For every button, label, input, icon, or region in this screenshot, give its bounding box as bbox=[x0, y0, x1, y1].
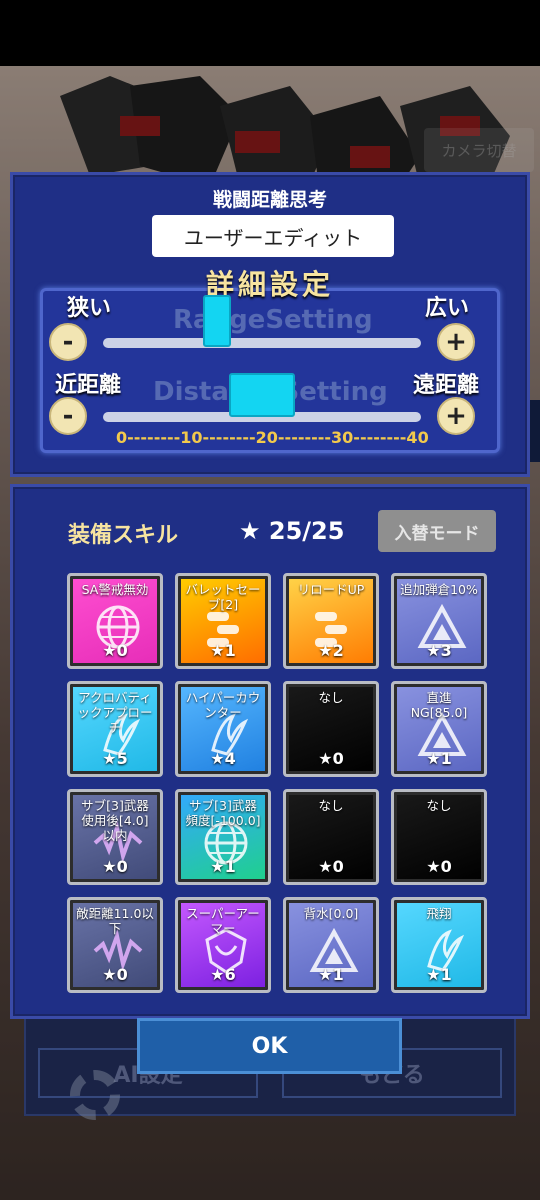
skill-name: SA警戒無効 bbox=[81, 582, 149, 597]
skill-name: 追加弾倉10% bbox=[400, 582, 478, 597]
skill-name: 敵距離11.0以下 bbox=[76, 906, 154, 936]
skill-cost: ★0 bbox=[102, 965, 128, 984]
range-narrow-label: 狭い bbox=[67, 296, 112, 321]
status-bar bbox=[0, 0, 540, 66]
skill-slot[interactable]: サブ[3]武器使用後[4.0]以内 ★0 bbox=[67, 789, 163, 885]
skill-name: アクロバティックアプローチ bbox=[77, 690, 153, 735]
skill-name: リロードUP bbox=[297, 582, 365, 597]
skill-name: サブ[3]武器頻度[-100.0] bbox=[185, 798, 261, 828]
skill-name: なし bbox=[318, 690, 344, 705]
far-distance-label: 遠距離 bbox=[413, 373, 480, 398]
skill-slot[interactable]: バレットセーブ[2] ★1 bbox=[175, 573, 271, 669]
skill-slot[interactable]: SA警戒無効 ★0 bbox=[67, 573, 163, 669]
skill-cost: ★1 bbox=[318, 965, 344, 984]
skill-slot[interactable]: なし ★0 bbox=[391, 789, 487, 885]
skill-name: 飛翔 bbox=[426, 906, 452, 921]
range-minus-button[interactable]: - bbox=[49, 323, 87, 361]
skill-cost: ★0 bbox=[426, 857, 452, 876]
skill-cost: ★5 bbox=[102, 749, 128, 768]
gear-icon bbox=[70, 1070, 120, 1120]
distance-scale: 0--------10--------20--------30--------4… bbox=[116, 428, 429, 447]
skill-slot[interactable]: リロードUP ★2 bbox=[283, 573, 379, 669]
skill-name: ハイパーカウンター bbox=[185, 690, 261, 720]
skill-slot[interactable]: 追加弾倉10% ★3 bbox=[391, 573, 487, 669]
skill-slot[interactable]: サブ[3]武器頻度[-100.0] ★1 bbox=[175, 789, 271, 885]
skill-name: サブ[3]武器使用後[4.0]以内 bbox=[81, 798, 149, 843]
ok-button[interactable]: OK bbox=[137, 1018, 402, 1074]
star-total: ★ 25/25 bbox=[239, 517, 345, 545]
skill-slot[interactable]: 直進NG[85.0] ★1 bbox=[391, 681, 487, 777]
skill-name: 直進NG[85.0] bbox=[410, 690, 468, 720]
equipped-skills-title: 装備スキル bbox=[68, 523, 179, 548]
skill-cost: ★0 bbox=[318, 857, 344, 876]
skill-name: なし bbox=[426, 798, 452, 813]
skill-cost: ★4 bbox=[210, 749, 236, 768]
distance-panel-title: 戦闘距離思考 bbox=[212, 189, 327, 211]
skill-slot[interactable]: 敵距離11.0以下 ★0 bbox=[67, 897, 163, 993]
skill-cost: ★2 bbox=[318, 641, 344, 660]
skill-slot[interactable]: なし ★0 bbox=[283, 789, 379, 885]
distance-slider-knob[interactable] bbox=[229, 373, 295, 417]
skill-name: 背水[0.0] bbox=[303, 906, 359, 921]
skill-cost: ★0 bbox=[102, 641, 128, 660]
skill-slot[interactable]: なし ★0 bbox=[283, 681, 379, 777]
range-slider-knob[interactable] bbox=[203, 295, 232, 347]
swap-mode-button[interactable]: 入替モード bbox=[378, 510, 496, 552]
skill-cost: ★0 bbox=[102, 857, 128, 876]
skill-slot[interactable]: 背水[0.0] ★1 bbox=[283, 897, 379, 993]
skill-cost: ★1 bbox=[426, 965, 452, 984]
near-distance-label: 近距離 bbox=[55, 373, 122, 398]
range-plus-button[interactable]: + bbox=[437, 323, 475, 361]
distance-minus-button[interactable]: - bbox=[49, 397, 87, 435]
skill-slot[interactable]: スーパーアーマー ★6 bbox=[175, 897, 271, 993]
skill-name: スーパーアーマー bbox=[186, 906, 260, 936]
skill-cost: ★0 bbox=[318, 749, 344, 768]
preset-dropdown[interactable]: ユーザーエディット bbox=[152, 215, 394, 257]
skill-name: バレットセーブ[2] bbox=[185, 582, 261, 612]
skill-cost: ★1 bbox=[210, 857, 236, 876]
distance-panel: 戦闘距離思考 ユーザーエディット 詳細設定 狭い 広い RangeSetting… bbox=[10, 172, 530, 477]
skill-slot[interactable]: ハイパーカウンター ★4 bbox=[175, 681, 271, 777]
skill-slot[interactable]: アクロバティックアプローチ ★5 bbox=[67, 681, 163, 777]
range-slider-track[interactable] bbox=[103, 338, 421, 348]
skill-slot[interactable]: 飛翔 ★1 bbox=[391, 897, 487, 993]
skill-cost: ★1 bbox=[210, 641, 236, 660]
skill-cost: ★6 bbox=[210, 965, 236, 984]
skill-cost: ★3 bbox=[426, 641, 452, 660]
skill-grid: SA警戒無効 ★0 バレットセーブ[2] ★1 リロードUP ★2 追加弾倉10% ★3 アクロ… bbox=[67, 573, 491, 993]
skills-panel: 装備スキル ★ 25/25 入替モード SA警戒無効 ★0 バレットセーブ[2] ★1… bbox=[10, 484, 530, 1019]
distance-plus-button[interactable]: + bbox=[437, 397, 475, 435]
skill-cost: ★1 bbox=[426, 749, 452, 768]
range-wide-label: 広い bbox=[425, 296, 470, 321]
skill-name: なし bbox=[318, 798, 344, 813]
